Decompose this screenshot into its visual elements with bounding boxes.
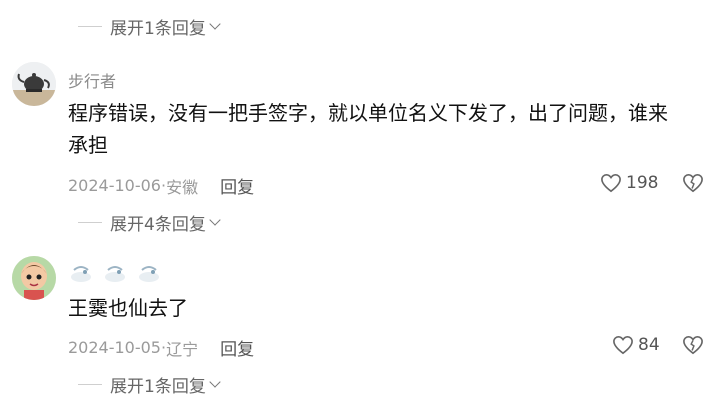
heart-icon bbox=[601, 173, 621, 193]
like-count: 84 bbox=[638, 335, 660, 355]
comment-location: 安徽 bbox=[166, 177, 199, 197]
avatar[interactable] bbox=[12, 256, 56, 300]
like-button[interactable]: 198 bbox=[600, 173, 658, 193]
expand-replies[interactable]: 展开4条回复 bbox=[78, 210, 221, 235]
comment-location: 辽宁 bbox=[166, 339, 199, 359]
cartoon-avatar-icon bbox=[12, 256, 56, 300]
expand-label: 展开4条回复 bbox=[110, 214, 206, 235]
drop-emoji-icon bbox=[68, 262, 94, 288]
heart-icon bbox=[613, 335, 633, 355]
expand-divider bbox=[78, 25, 102, 27]
comment-date: 2024-10-06 bbox=[68, 176, 161, 195]
chevron-down-icon bbox=[209, 213, 221, 226]
username[interactable]: 步行者 bbox=[68, 68, 116, 92]
broken-heart-icon bbox=[683, 173, 703, 193]
reply-button[interactable]: 回复 bbox=[220, 335, 254, 360]
comment-text: 程序错误，没有一把手签字，就以单位名义下发了，出了问题，谁来承担 bbox=[68, 101, 668, 157]
dislike-button[interactable] bbox=[682, 173, 704, 197]
teapot-avatar-icon bbox=[12, 62, 56, 106]
comment-date: 2024-10-05 bbox=[68, 338, 161, 357]
expand-label: 展开1条回复 bbox=[110, 376, 206, 397]
comment-text: 王霙也仙去了 bbox=[68, 296, 188, 320]
drop-emoji-icon bbox=[102, 262, 128, 288]
expand-divider bbox=[78, 221, 102, 223]
avatar[interactable] bbox=[12, 62, 56, 106]
username-emoji-row[interactable] bbox=[68, 262, 170, 288]
dislike-button[interactable] bbox=[682, 335, 704, 359]
drop-emoji-icon bbox=[136, 262, 162, 288]
chevron-down-icon bbox=[209, 17, 221, 30]
expand-label: 展开1条回复 bbox=[110, 18, 206, 39]
comment-thread: 展开1条回复 步行者 程序错误，没有一把手签字，就以单位名义下发了，出了问题，谁… bbox=[0, 0, 720, 405]
broken-heart-icon bbox=[683, 335, 703, 355]
chevron-down-icon bbox=[209, 375, 221, 388]
reply-button[interactable]: 回复 bbox=[220, 173, 254, 198]
comment-meta: 2024-10-06 · 安徽 回复 bbox=[68, 173, 254, 198]
comment-meta: 2024-10-05 · 辽宁 回复 bbox=[68, 335, 254, 360]
like-count: 198 bbox=[626, 173, 659, 193]
expand-replies-top[interactable]: 展开1条回复 bbox=[78, 14, 221, 39]
like-button[interactable]: 84 bbox=[612, 335, 660, 355]
expand-replies[interactable]: 展开1条回复 bbox=[78, 372, 221, 397]
expand-divider bbox=[78, 383, 102, 385]
